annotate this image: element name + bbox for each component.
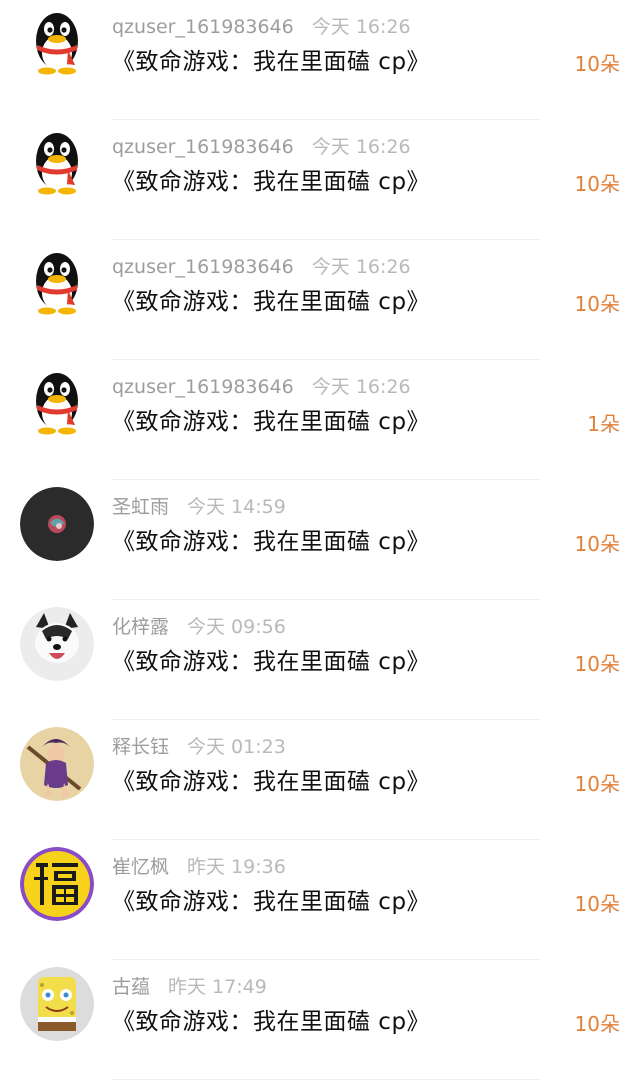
username[interactable]: qzuser_161983646 <box>112 256 294 278</box>
item-meta: qzuser_161983646 今天 16:26 <box>112 372 411 399</box>
flower-amount: 10朵 <box>574 1012 620 1036</box>
flower-amount: 1朵 <box>587 412 620 436</box>
item-meta: 崔忆枫 昨天 19:36 <box>112 852 286 879</box>
flower-amount: 10朵 <box>574 772 620 796</box>
reward-list: qzuser_161983646 今天 16:26 《致命游戏：我在里面磕 cp》… <box>0 0 640 1080</box>
username[interactable]: 释长钰 <box>112 736 169 758</box>
timestamp: 今天 16:26 <box>311 256 411 278</box>
list-item[interactable]: 古蕴 昨天 17:49 《致命游戏：我在里面磕 cp》 10朵 <box>0 960 640 1080</box>
qq-penguin-icon <box>20 367 94 441</box>
book-title[interactable]: 《致命游戏：我在里面磕 cp》 <box>112 882 430 916</box>
avatar[interactable] <box>20 847 94 921</box>
timestamp: 昨天 19:36 <box>187 856 286 878</box>
avatar[interactable] <box>20 487 94 561</box>
flower-amount: 10朵 <box>574 652 620 676</box>
list-item[interactable]: qzuser_161983646 今天 16:26 《致命游戏：我在里面磕 cp》… <box>0 360 640 480</box>
timestamp: 昨天 17:49 <box>168 976 267 998</box>
book-title[interactable]: 《致命游戏：我在里面磕 cp》 <box>112 642 430 676</box>
timestamp: 今天 16:26 <box>311 16 411 38</box>
book-title[interactable]: 《致命游戏：我在里面磕 cp》 <box>112 522 430 556</box>
item-meta: qzuser_161983646 今天 16:26 <box>112 252 411 279</box>
flower-amount: 10朵 <box>574 52 620 76</box>
flower-amount: 10朵 <box>574 292 620 316</box>
timestamp: 今天 01:23 <box>187 736 286 758</box>
item-meta: 圣虹雨 今天 14:59 <box>112 492 286 519</box>
list-item[interactable]: qzuser_161983646 今天 16:26 《致命游戏：我在里面磕 cp》… <box>0 120 640 240</box>
list-item[interactable]: qzuser_161983646 今天 16:26 《致命游戏：我在里面磕 cp》… <box>0 240 640 360</box>
qq-penguin-icon <box>20 247 94 321</box>
avatar[interactable] <box>20 367 94 441</box>
book-title[interactable]: 《致命游戏：我在里面磕 cp》 <box>112 282 430 316</box>
list-item[interactable]: 圣虹雨 今天 14:59 《致命游戏：我在里面磕 cp》 10朵 <box>0 480 640 600</box>
avatar[interactable] <box>20 7 94 81</box>
avatar[interactable] <box>20 127 94 201</box>
username[interactable]: qzuser_161983646 <box>112 16 294 38</box>
username[interactable]: 崔忆枫 <box>112 856 169 878</box>
avatar[interactable] <box>20 247 94 321</box>
fu-character-avatar <box>20 847 94 921</box>
husky-dog-avatar <box>20 607 94 681</box>
list-item[interactable]: 释长钰 今天 01:23 《致命游戏：我在里面磕 cp》 10朵 <box>0 720 640 840</box>
dark-circle-avatar <box>20 487 94 561</box>
book-title[interactable]: 《致命游戏：我在里面磕 cp》 <box>112 1002 430 1036</box>
timestamp: 今天 09:56 <box>187 616 286 638</box>
list-item[interactable]: qzuser_161983646 今天 16:26 《致命游戏：我在里面磕 cp》… <box>0 0 640 120</box>
avatar[interactable] <box>20 727 94 801</box>
qq-penguin-icon <box>20 127 94 201</box>
book-title[interactable]: 《致命游戏：我在里面磕 cp》 <box>112 402 430 436</box>
username[interactable]: qzuser_161983646 <box>112 136 294 158</box>
list-item[interactable]: 化梓露 今天 09:56 《致命游戏：我在里面磕 cp》 10朵 <box>0 600 640 720</box>
username[interactable]: 化梓露 <box>112 616 169 638</box>
flower-amount: 10朵 <box>574 172 620 196</box>
qq-penguin-icon <box>20 7 94 81</box>
game-character-avatar <box>20 727 94 801</box>
avatar[interactable] <box>20 967 94 1041</box>
book-title[interactable]: 《致命游戏：我在里面磕 cp》 <box>112 42 430 76</box>
book-title[interactable]: 《致命游戏：我在里面磕 cp》 <box>112 162 430 196</box>
item-meta: 化梓露 今天 09:56 <box>112 612 286 639</box>
flower-amount: 10朵 <box>574 892 620 916</box>
timestamp: 今天 16:26 <box>311 376 411 398</box>
timestamp: 今天 14:59 <box>187 496 286 518</box>
username[interactable]: 古蕴 <box>112 976 150 998</box>
item-meta: qzuser_161983646 今天 16:26 <box>112 12 411 39</box>
spongebob-avatar <box>20 967 94 1041</box>
timestamp: 今天 16:26 <box>311 136 411 158</box>
book-title[interactable]: 《致命游戏：我在里面磕 cp》 <box>112 762 430 796</box>
avatar[interactable] <box>20 607 94 681</box>
list-item[interactable]: 崔忆枫 昨天 19:36 《致命游戏：我在里面磕 cp》 10朵 <box>0 840 640 960</box>
item-meta: qzuser_161983646 今天 16:26 <box>112 132 411 159</box>
item-meta: 古蕴 昨天 17:49 <box>112 972 267 999</box>
item-meta: 释长钰 今天 01:23 <box>112 732 286 759</box>
username[interactable]: 圣虹雨 <box>112 496 169 518</box>
username[interactable]: qzuser_161983646 <box>112 376 294 398</box>
flower-amount: 10朵 <box>574 532 620 556</box>
